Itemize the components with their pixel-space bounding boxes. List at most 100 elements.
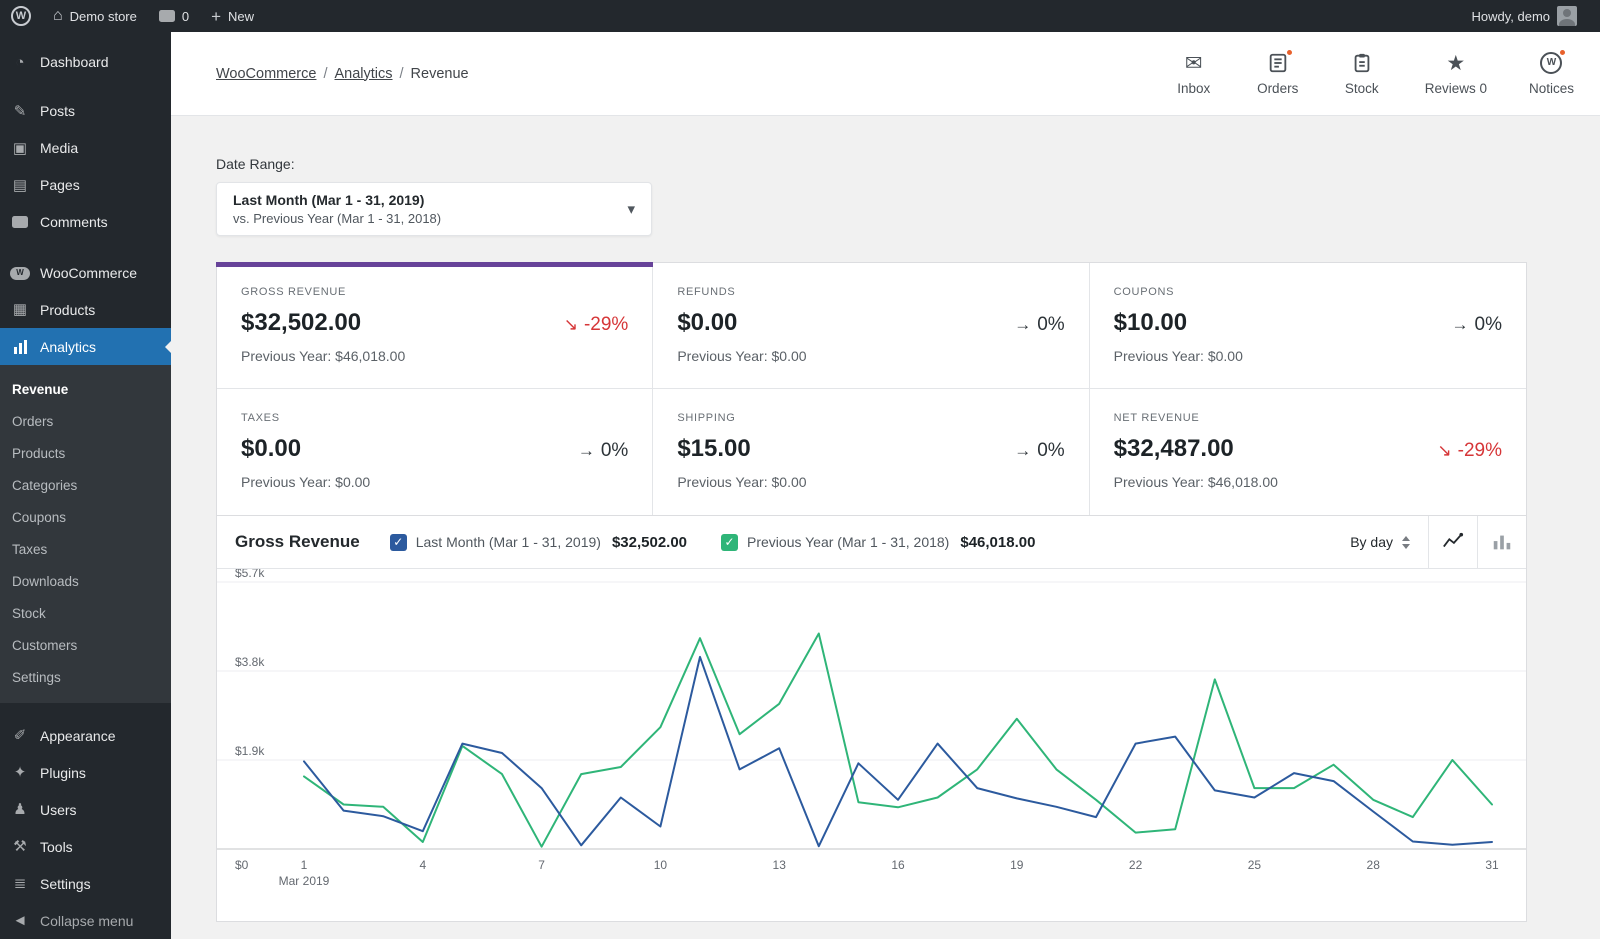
activity-notices[interactable]: W Notices [1529,48,1574,96]
sidebar-item-dashboard[interactable]: ◔ Dashboard [0,44,171,81]
media-icon: ▣ [12,139,28,157]
sidebar-item-label: Analytics [40,338,97,355]
activity-orders[interactable]: Orders [1257,48,1299,96]
svg-text:10: 10 [654,858,668,872]
main-content: WooCommerce / Analytics / Revenue ✉ Inbox Or… [171,32,1600,939]
plus-icon: + [211,6,222,26]
submenu-item-categories[interactable]: Categories [0,469,171,501]
sidebar-item-analytics[interactable]: Analytics [0,328,171,366]
plugins-icon: ✦ [13,764,27,782]
submenu-item-settings[interactable]: Settings [0,661,171,693]
stat-card-refunds[interactable]: REFUNDS $0.00 → 0% Previous Year: $0.00 [653,263,1090,389]
sidebar-item-label: Pages [40,177,80,194]
my-account-menu[interactable]: Howdy, demo [1460,0,1588,32]
sidebar-item-comments[interactable]: Comments [0,204,171,241]
avatar [1557,6,1577,26]
stat-card-shipping[interactable]: SHIPPING $15.00 → 0% Previous Year: $0.00 [653,389,1090,515]
sidebar-item-users[interactable]: ♟ Users [0,791,171,828]
stat-value: $10.00 [1113,309,1188,336]
legend-last-month[interactable]: ✓ Last Month (Mar 1 - 31, 2019) $32,502.… [389,533,687,551]
breadcrumb-analytics-link[interactable]: Analytics [334,66,392,82]
sidebar-item-label: Appearance [40,727,116,744]
sidebar-item-woocommerce[interactable]: W WooCommerce [0,255,171,292]
posts-icon: ✎ [13,102,27,120]
trend-indicator: → 0% [1014,314,1065,335]
svg-text:$0: $0 [235,858,249,872]
stat-card-coupons[interactable]: COUPONS $10.00 → 0% Previous Year: $0.00 [1089,263,1526,389]
wp-logo-menu[interactable]: W [0,0,42,32]
interval-select[interactable]: By day [1332,516,1428,568]
svg-text:19: 19 [1010,858,1024,872]
collapse-arrow-icon: ◄ [12,912,28,930]
stat-value: $0.00 [677,309,738,336]
sidebar-item-plugins[interactable]: ✦ Plugins [0,754,171,791]
sidebar-item-appearance[interactable]: ✐ Appearance [0,717,171,754]
submenu-item-stock[interactable]: Stock [0,597,171,629]
submenu-item-downloads[interactable]: Downloads [0,565,171,597]
sidebar-item-media[interactable]: ▣ Media [0,130,171,167]
checkbox-checked[interactable]: ✓ [389,533,407,551]
svg-text:Mar 2019: Mar 2019 [279,874,330,888]
products-icon: ▦ [12,301,28,319]
sidebar-item-products[interactable]: ▦ Products [0,292,171,329]
submenu-item-orders[interactable]: Orders [0,405,171,437]
activity-stock[interactable]: Stock [1341,51,1383,96]
trend-flat-icon: → [577,441,595,460]
submenu-item-taxes[interactable]: Taxes [0,533,171,565]
sidebar-item-tools[interactable]: ⚒ Tools [0,828,171,865]
svg-text:31: 31 [1485,858,1499,872]
stat-card-taxes[interactable]: TAXES $0.00 → 0% Previous Year: $0.00 [217,389,654,515]
previous-value: Previous Year: $0.00 [241,474,371,490]
users-icon: ♟ [13,801,27,819]
svg-text:1: 1 [301,858,308,872]
collapse-menu-button[interactable]: ◄ Collapse menu [0,902,171,939]
analytics-icon [10,339,30,354]
comments-shortcut[interactable]: 0 [148,0,200,32]
date-range-dropdown[interactable]: Last Month (Mar 1 - 31, 2019) vs. Previo… [216,182,652,236]
line-chart-toggle-button[interactable] [1428,516,1477,568]
legend-previous-year[interactable]: ✓ Previous Year (Mar 1 - 31, 2018) $46,0… [721,533,1035,551]
activity-inbox[interactable]: ✉ Inbox [1173,51,1215,97]
revenue-line-chart: $0 $1.9k $3.8k $5.7k 1 4 7 10 13 16 19 22 25 28 31 Mar … [217,569,1526,888]
stat-card-gross-revenue[interactable]: GROSS REVENUE $32,502.00 ↘ -29% Previous … [216,262,654,389]
svg-text:28: 28 [1367,858,1381,872]
submenu-item-products[interactable]: Products [0,437,171,469]
trend-indicator: → 0% [1451,314,1502,335]
new-content-menu[interactable]: + New [200,0,265,32]
menu-separator [0,703,171,717]
svg-text:$3.8k: $3.8k [235,655,265,669]
sidebar-item-posts[interactable]: ✎ Posts [0,93,171,130]
home-icon: ⌂ [53,7,63,24]
menu-separator [0,81,171,93]
svg-text:13: 13 [773,858,787,872]
activity-panel: ✉ Inbox Orders Stock ★ Reviews 0 W Notic… [1173,48,1574,97]
previous-value: Previous Year: $46,018.00 [1113,474,1278,490]
stat-card-net-revenue[interactable]: NET REVENUE $32,487.00 ↘ -29% Previous Ye… [1090,389,1526,515]
previous-value: Previous Year: $0.00 [677,474,807,490]
bar-chart-toggle-button[interactable] [1477,516,1526,568]
sidebar-item-settings[interactable]: ≣ Settings [0,865,171,902]
checkbox-checked[interactable]: ✓ [721,533,739,551]
settings-icon: ≣ [13,875,27,893]
activity-reviews[interactable]: ★ Reviews 0 [1425,51,1487,97]
previous-value: Previous Year: $0.00 [677,348,807,364]
trend-down-icon: ↘ [563,315,578,334]
svg-text:16: 16 [891,858,905,872]
site-name-link[interactable]: ⌂ Demo store [42,0,148,32]
tools-icon: ⚒ [13,838,27,856]
chart-header: Gross Revenue ✓ Last Month (Mar 1 - 31, … [217,516,1526,569]
svg-text:22: 22 [1129,858,1143,872]
breadcrumb-woocommerce-link[interactable]: WooCommerce [216,66,316,82]
svg-text:$5.7k: $5.7k [235,569,265,580]
comments-count: 0 [181,8,190,24]
stat-value: $15.00 [677,435,751,462]
submenu-item-customers[interactable]: Customers [0,629,171,661]
submenu-item-coupons[interactable]: Coupons [0,501,171,533]
submenu-item-revenue[interactable]: Revenue [0,373,171,405]
new-label: New [228,8,255,24]
wordpress-logo-icon: W [11,6,31,26]
stat-value: $32,487.00 [1113,435,1234,462]
svg-text:25: 25 [1248,858,1262,872]
comments-icon [10,216,30,229]
sidebar-item-pages[interactable]: ▤ Pages [0,167,171,204]
